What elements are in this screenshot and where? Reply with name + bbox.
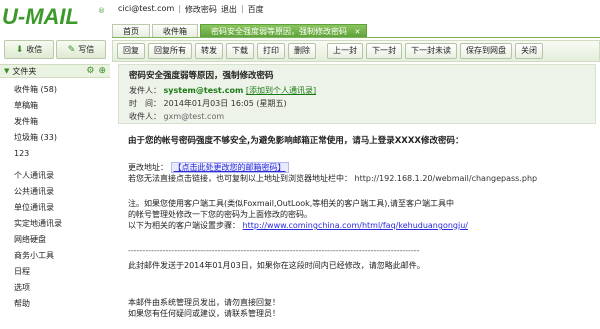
logout-link[interactable]: 退出 (221, 4, 237, 16)
time-value: 2014年01月03日 16:05 (星期五) (163, 99, 287, 108)
folder-drafts[interactable]: 草稿箱 (0, 98, 110, 114)
footer-line1: 本邮件由系统管理员发出，请勿直接回复！ (128, 298, 280, 307)
nav-list: 个人通讯录 公共通讯录 单位通讯录 实定地通讯录 网络硬盘 商务小工具 日程 选… (0, 168, 110, 312)
collapse-arrow-icon[interactable]: ▼ (4, 67, 9, 75)
tab-message-label: 密码安全强度弱等原因，强制修改密码 (211, 27, 347, 36)
close-button[interactable]: 关闭 (515, 43, 543, 59)
nav-business-tools[interactable]: 商务小工具 (0, 248, 110, 264)
message-header: 密码安全强度弱等原因，强制修改密码 发件人： system@test.com [… (118, 64, 596, 124)
change-password-link[interactable]: 修改密码 (185, 4, 217, 16)
compose-icon: ✎ (67, 44, 76, 55)
copy-hint: 若您无法直接点击链接，也可复制以上地址到浏览器地址栏中： (128, 174, 352, 183)
body-title: 由于您的帐号密码强度不够安全,为避免影响邮箱正常使用，请马上登录XXXX修改密码… (128, 136, 464, 146)
folder-sent[interactable]: 发件箱 (0, 114, 110, 130)
recipient-row: 收件人： gxm@test.com (129, 110, 585, 123)
save-to-disk-button[interactable]: 保存到网盘 (460, 43, 512, 59)
time-row: 时 间： 2014年01月03日 16:05 (星期五) (129, 97, 585, 110)
folder-list: 收件箱 (58) 草稿箱 发件箱 垃圾箱 (33) 123 (0, 82, 110, 162)
folder-custom[interactable]: 123 (0, 146, 110, 162)
message-subject: 密码安全强度弱等原因，强制修改密码 (129, 71, 274, 81)
nav-help[interactable]: 帮助 (0, 296, 110, 312)
message-body: 由于您的帐号密码强度不够安全,为避免影响邮箱正常使用，请马上登录XXXX修改密码… (128, 136, 596, 319)
client-note-line3: 以下为相关的客户端设置步骤： (128, 221, 240, 230)
next-unread-button[interactable]: 下一封未读 (405, 43, 457, 59)
user-bar: cici@test.com | 修改密码 退出 | 百度 (118, 4, 264, 16)
nav-org-contacts[interactable]: 单位通讯录 (0, 200, 110, 216)
logo-registered-mark: ® (98, 7, 105, 15)
client-note-line2: 的帐号管理处修改一下您的密码为上面修改的密码。 (128, 210, 312, 219)
tab-home[interactable]: 首页 (112, 24, 150, 37)
change-password-paragraph: 更改地址： 【点击此处更改您的邮箱密码】 若您无法直接点击链接，也可复制以上地址… (128, 162, 596, 184)
sender-address[interactable]: system@test.com (164, 86, 244, 95)
write-label: 写信 (78, 45, 95, 54)
nav-network-disk[interactable]: 网络硬盘 (0, 232, 110, 248)
receive-button[interactable]: ⬇ 收信 (4, 40, 54, 59)
folder-header[interactable]: ▼ 文件夹 ⚙ ⊕ (0, 64, 110, 78)
print-button[interactable]: 打印 (257, 43, 285, 59)
forward-button[interactable]: 转发 (195, 43, 223, 59)
separator: | (178, 4, 181, 13)
sender-row: 发件人： system@test.com [添加到个人通讯录] (129, 84, 585, 97)
change-password-url: http://192.168.1.20/webmail/changepass.p… (354, 174, 538, 183)
next-button[interactable]: 下一封 (366, 43, 402, 59)
folder-trash[interactable]: 垃圾箱 (33) (0, 130, 110, 146)
change-password-link[interactable]: 【点击此处更改您的邮箱密码】 (170, 162, 289, 173)
recipient-address[interactable]: gxm@test.com (164, 112, 225, 121)
settings-icon[interactable]: ⚙ (86, 66, 94, 76)
add-folder-icon[interactable]: ⊕ (98, 66, 106, 76)
message-toolbar: 回复 回复所有 转发 下载 打印 删除 上一封 下一封 下一封未读 保存到网盘 … (112, 40, 600, 62)
user-email: cici@test.com (118, 4, 175, 13)
baidu-link[interactable]: 百度 (248, 4, 264, 16)
footer-line2: 如果您有任何疑问或建议，请联系管理员！ (128, 309, 280, 318)
tab-bar: 首页 收件箱 密码安全强度弱等原因，强制修改密码 ✕ (112, 24, 600, 38)
nav-public-contacts[interactable]: 公共通讯录 (0, 184, 110, 200)
download-icon: ⬇ (15, 44, 24, 55)
add-contact-link[interactable]: [添加到个人通讯录] (246, 86, 316, 95)
sender-label: 发件人： (129, 86, 161, 95)
client-setup-link[interactable]: http://www.comingchina.com/html/faq/kehu… (243, 221, 468, 230)
nav-custom-contacts[interactable]: 实定地通讯录 (0, 216, 110, 232)
tab-inbox[interactable]: 收件箱 (152, 24, 198, 37)
tab-message[interactable]: 密码安全强度弱等原因，强制修改密码 ✕ (200, 24, 368, 37)
write-button[interactable]: ✎ 写信 (56, 40, 106, 59)
nav-personal-contacts[interactable]: 个人通讯录 (0, 168, 110, 184)
nav-options[interactable]: 选项 (0, 280, 110, 296)
folder-header-label: 文件夹 (12, 66, 37, 76)
separator: | (240, 4, 244, 13)
reply-button[interactable]: 回复 (117, 43, 145, 59)
divider: ----------------------------------------… (128, 246, 420, 255)
tab-inbox-label: 收件箱 (163, 27, 187, 36)
receive-label: 收信 (26, 45, 43, 54)
close-tab-icon[interactable]: ✕ (355, 28, 361, 36)
client-note-paragraph: 注。如果您使用客户端工具(类似Foxmail,OutLook,等相关的客户端工具… (128, 198, 596, 231)
sent-notice: 此封邮件发送于2014年01月03日，如果你在这段时间内已经修改，请忽略此邮件。 (128, 261, 425, 270)
time-label: 时 间： (129, 99, 161, 108)
nav-calendar[interactable]: 日程 (0, 264, 110, 280)
folder-inbox[interactable]: 收件箱 (58) (0, 82, 110, 98)
reply-all-button[interactable]: 回复所有 (148, 43, 192, 59)
tab-home-label: 首页 (123, 27, 139, 36)
client-note-line1: 注。如果您使用客户端工具(类似Foxmail,OutLook,等相关的客户端工具… (128, 199, 454, 208)
recipient-label: 收件人： (129, 112, 161, 121)
previous-button[interactable]: 上一封 (327, 43, 363, 59)
download-button[interactable]: 下载 (226, 43, 254, 59)
logo-text: U-MAIL (2, 4, 79, 29)
delete-button[interactable]: 删除 (288, 43, 316, 59)
left-toolbar: ⬇ 收信 ✎ 写信 (0, 40, 110, 60)
change-label: 更改地址： (128, 163, 168, 172)
umail-logo: U-MAIL ® (2, 4, 106, 32)
